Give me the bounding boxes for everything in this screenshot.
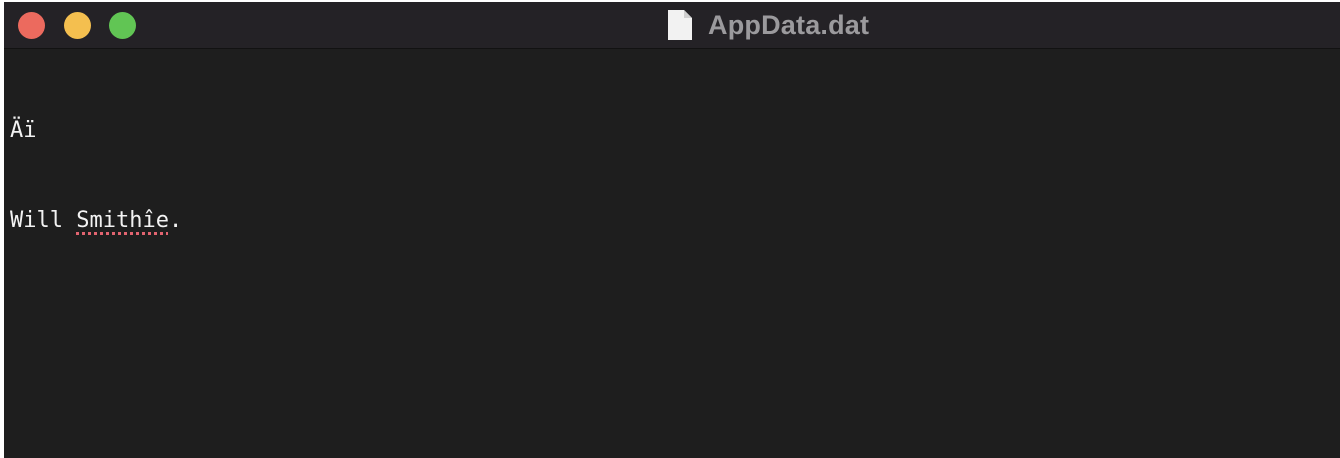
text-line-2-suffix: . [168,208,183,233]
text-line-1: Äï [10,118,37,143]
window-title: AppData.dat [708,9,870,40]
minimize-window-button[interactable] [64,12,91,39]
close-window-button[interactable] [18,12,45,39]
document-icon [668,10,692,40]
text-line-2-prefix: Will [10,208,77,233]
misspelled-word[interactable]: Smithîe [76,208,169,233]
window-title-group: AppData.dat [666,2,869,48]
title-bar[interactable]: AppData.dat [4,2,1340,49]
text-editor-area[interactable]: Äï Will Smithîe. [10,56,1340,458]
zoom-window-button[interactable] [109,12,136,39]
text-line-2: Will Smithîe. [10,206,1340,236]
text-editor-window: AppData.dat Äï Will Smithîe. [4,2,1340,458]
